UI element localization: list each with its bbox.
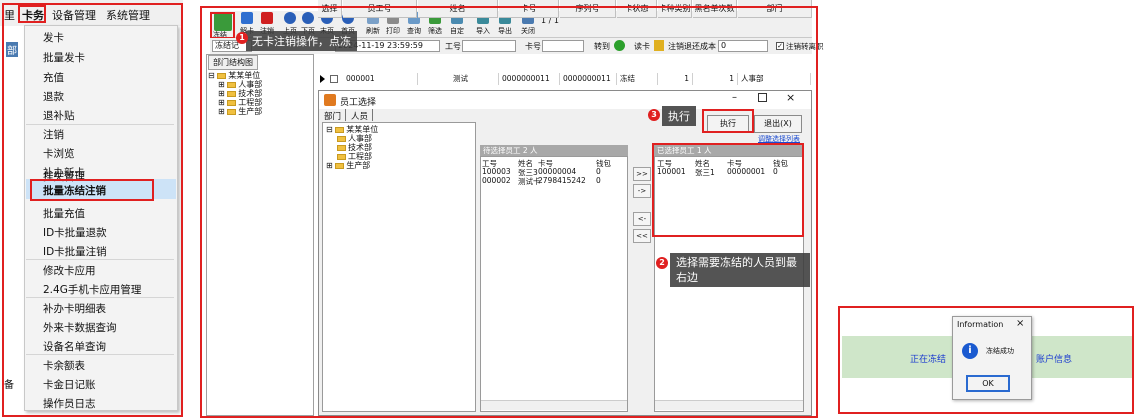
panel1-frame	[2, 3, 183, 417]
panel2-frame	[200, 6, 818, 418]
panel3-frame	[838, 306, 1134, 414]
